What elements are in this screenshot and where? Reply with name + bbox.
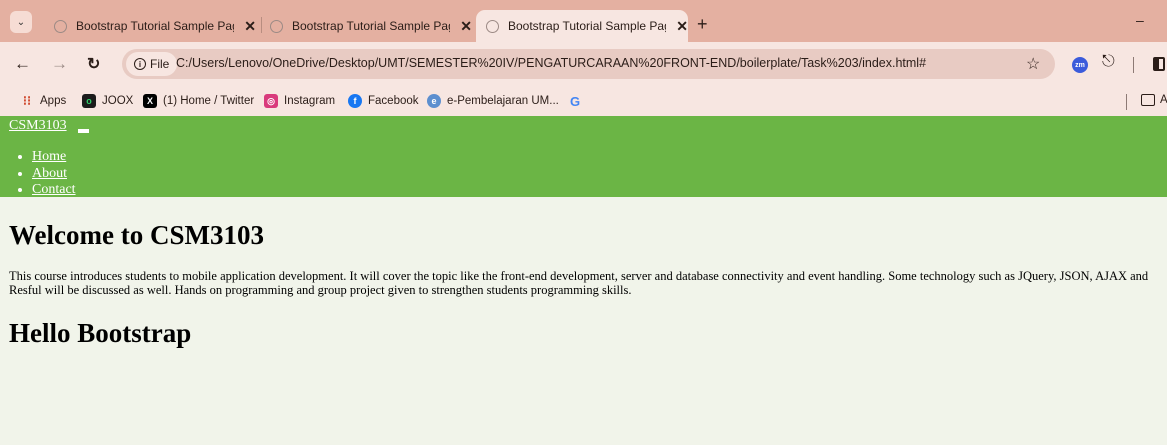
browser-toolbar: ← → ↻ i File C:/Users/Lenovo/OneDrive/De… — [0, 42, 1167, 86]
bookmark-label: e-Pembelajaran UM... — [447, 95, 559, 107]
tab-title: Bootstrap Tutorial Sample Page — [76, 19, 235, 33]
bookmark-google[interactable]: G — [568, 93, 588, 109]
scheme-label: File — [150, 57, 170, 71]
back-icon[interactable]: ← — [14, 54, 31, 74]
apps-grid-icon: ⁝⁝ — [22, 93, 32, 108]
address-bar[interactable]: i File C:/Users/Lenovo/OneDrive/Desktop/… — [122, 49, 1055, 79]
bookmark-twitter[interactable]: X (1) Home / Twitter — [143, 93, 254, 109]
reload-icon[interactable]: ↻ — [87, 54, 100, 74]
facebook-icon: f — [348, 94, 362, 108]
bookmark-facebook[interactable]: f Facebook — [348, 93, 419, 109]
elearning-icon: e — [427, 94, 441, 108]
new-tab-button[interactable]: + — [697, 14, 708, 35]
toolbar-divider — [1133, 57, 1134, 73]
main-content: Welcome to CSM3103 This course introduce… — [9, 197, 1167, 349]
info-icon: i — [134, 58, 146, 70]
bookmark-label: Facebook — [368, 95, 419, 107]
tab-strip: ⌄ Bootstrap Tutorial Sample Page ✕ Boots… — [0, 0, 1167, 42]
nav-item-about: About — [32, 166, 76, 183]
google-icon: G — [569, 93, 581, 109]
page-subheading: Hello Bootstrap — [9, 318, 192, 348]
bookmarks-folder-label[interactable]: A — [1160, 94, 1167, 106]
bookmark-label: JOOX — [102, 95, 134, 107]
nav-list: Home About Contact — [0, 149, 76, 199]
close-icon[interactable]: ✕ — [460, 18, 472, 35]
navbar-brand[interactable]: CSM3103 — [9, 118, 67, 134]
x-twitter-icon: X — [143, 94, 157, 108]
minimize-button[interactable]: – — [1136, 12, 1144, 28]
joox-icon: o — [82, 94, 96, 108]
bookmark-label: Instagram — [284, 95, 336, 107]
globe-icon — [270, 19, 283, 33]
bookmark-apps[interactable]: ⁝⁝ Apps — [20, 93, 66, 109]
tab-title: Bootstrap Tutorial Sample Page — [292, 19, 451, 33]
forward-icon[interactable]: → — [51, 54, 68, 74]
chevron-down-icon: ⌄ — [16, 16, 26, 28]
tab-title: Bootstrap Tutorial Sample Page — [508, 19, 667, 33]
bookmark-star-icon[interactable]: ☆ — [1026, 54, 1040, 74]
site-navbar: CSM3103 Home About Contact — [0, 116, 1167, 197]
site-info-chip[interactable]: i File — [126, 52, 178, 76]
bookmark-joox[interactable]: o JOOX — [82, 93, 133, 109]
close-icon[interactable]: ✕ — [244, 18, 256, 35]
url-text[interactable]: C:/Users/Lenovo/OneDrive/Desktop/UMT/SEM… — [176, 56, 926, 70]
bookmark-instagram[interactable]: ◎ Instagram — [264, 93, 335, 109]
close-icon[interactable]: ✕ — [676, 18, 688, 35]
folder-icon[interactable] — [1141, 94, 1155, 106]
bookmark-label: Apps — [40, 95, 67, 107]
tab-2[interactable]: Bootstrap Tutorial Sample Page ✕ — [260, 10, 472, 42]
bookmark-label: (1) Home / Twitter — [163, 95, 255, 107]
instagram-icon: ◎ — [264, 94, 278, 108]
navbar-toggler-button[interactable] — [78, 129, 89, 133]
bookmarks-divider — [1126, 94, 1127, 110]
nav-link-contact[interactable]: Contact — [32, 182, 76, 197]
nav-link-home[interactable]: Home — [32, 149, 66, 164]
nav-item-home: Home — [32, 149, 76, 166]
intro-paragraph: This course introduces students to mobil… — [9, 269, 1149, 297]
bookmark-epembelajaran[interactable]: e e-Pembelajaran UM... — [427, 93, 559, 109]
tab-search-button[interactable]: ⌄ — [10, 11, 32, 33]
side-panel-icon[interactable] — [1153, 57, 1165, 71]
nav-link-about[interactable]: About — [32, 166, 67, 181]
bookmarks-bar: ⁝⁝ Apps o JOOX X (1) Home / Twitter ◎ In… — [0, 86, 1167, 116]
zoom-extension-icon[interactable]: zm — [1072, 57, 1088, 73]
globe-icon — [486, 19, 499, 33]
globe-icon — [54, 19, 67, 33]
tab-1[interactable]: Bootstrap Tutorial Sample Page ✕ — [44, 10, 256, 42]
page-heading: Welcome to CSM3103 — [9, 220, 264, 250]
extensions-puzzle-icon[interactable]: ⎋ — [1102, 53, 1115, 71]
tab-3-active[interactable]: Bootstrap Tutorial Sample Page ✕ — [476, 10, 688, 42]
